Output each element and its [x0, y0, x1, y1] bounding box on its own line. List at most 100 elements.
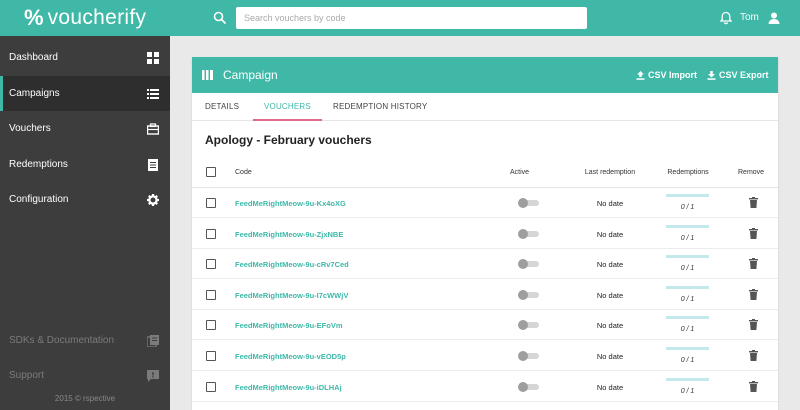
row-checkbox[interactable] — [206, 198, 216, 208]
table-row: FeedMeRightMeow-9u-vEOD5p No date 0 / 1 — [192, 341, 778, 371]
redemptions-count: 0 / 1 — [680, 387, 695, 395]
row-checkbox[interactable] — [206, 381, 216, 392]
logo-text: voucherify — [47, 6, 147, 29]
tab-vouchers[interactable]: VOUCHERS — [253, 93, 322, 121]
redemptions-count: 0 / 1 — [680, 357, 695, 364]
trash-icon[interactable] — [749, 380, 758, 392]
sidebar-item-campaigns[interactable]: Campaigns — [0, 76, 170, 111]
document-icon — [148, 159, 158, 171]
table-row: FeedMeRightMeow-9u-EFoVm No date 0 / 1 — [192, 310, 778, 341]
search-icon[interactable] — [213, 11, 227, 25]
user-icon[interactable] — [767, 11, 781, 25]
sidebar-item-vouchers[interactable]: Vouchers — [0, 111, 170, 146]
trash-icon[interactable] — [749, 197, 758, 208]
docs-icon — [147, 335, 159, 347]
upload-icon — [636, 70, 645, 80]
sidebar-item-label: Support — [9, 370, 45, 381]
voucher-code-link[interactable]: FeedMeRightMeow-9u-ZjxNBE — [235, 230, 343, 239]
active-toggle[interactable] — [518, 228, 539, 239]
trash-icon[interactable] — [749, 319, 758, 331]
sidebar: Dashboard Campaigns Vouchers Redemptions — [0, 36, 170, 410]
voucher-code-link[interactable]: FeedMeRightMeow-9u-cRv7Ced — [235, 260, 349, 269]
csv-import-button[interactable]: CSV Import — [636, 70, 697, 80]
sidebar-item-label: Vouchers — [9, 123, 51, 134]
gear-icon — [147, 194, 159, 206]
trash-icon[interactable] — [749, 258, 758, 270]
campaign-card: Campaign CSV Import CSV Export DETAILS V… — [192, 57, 778, 410]
search-input[interactable] — [236, 7, 587, 29]
sidebar-item-sdks-documentation[interactable]: SDKs & Documentation — [0, 323, 170, 358]
voucher-code-link[interactable]: FeedMeRightMeow-9u-iDLHAj — [235, 383, 342, 392]
csv-import-label: CSV Import — [648, 70, 698, 80]
user-name[interactable]: Tom — [740, 12, 759, 23]
trash-icon[interactable] — [749, 227, 758, 239]
csv-export-button[interactable]: CSV Export — [707, 70, 769, 80]
redemptions-progress-bar — [666, 255, 709, 259]
top-bar: % voucherify Tom — [0, 0, 800, 36]
sidebar-item-label: Campaigns — [9, 88, 60, 99]
sidebar-item-label: Dashboard — [9, 52, 58, 63]
sidebar-item-label: Configuration — [9, 194, 69, 205]
row-checkbox[interactable] — [206, 259, 216, 270]
table-row: FeedMeRightMeow-9u-iDLHAj No date 0 / 1 — [192, 372, 778, 402]
voucher-icon — [147, 123, 159, 135]
voucher-code-link[interactable]: FeedMeRightMeow-9u-EFoVm — [235, 321, 343, 330]
sidebar-footer: 2015 © rspective — [54, 394, 116, 403]
trash-icon[interactable] — [749, 288, 758, 300]
csv-export-label: CSV Export — [719, 70, 769, 80]
active-toggle[interactable] — [518, 259, 539, 270]
toggle-knob — [518, 259, 528, 270]
logo-mark: % — [24, 5, 44, 30]
card-header: Campaign CSV Import CSV Export — [192, 57, 778, 93]
table-row: FeedMeRightMeow-9u-I7cWWjV No date 0 / 1 — [192, 280, 778, 310]
voucher-code-link[interactable]: FeedMeRightMeow-9u-Kx4oXG — [235, 199, 346, 208]
row-checkbox[interactable] — [206, 228, 216, 239]
last-redemption-value: No date — [596, 260, 624, 270]
sidebar-item-redemptions[interactable]: Redemptions — [0, 147, 170, 182]
vouchers-title: Apology - February vouchers — [205, 133, 372, 147]
sidebar-item-dashboard[interactable]: Dashboard — [0, 40, 170, 75]
row-checkbox[interactable] — [206, 289, 216, 300]
sidebar-item-label: SDKs & Documentation — [9, 335, 115, 346]
sidebar-item-support[interactable]: Support — [0, 358, 170, 393]
column-header-last-redemption: Last redemption — [584, 169, 636, 176]
tab-details[interactable]: DETAILS — [205, 93, 239, 121]
active-toggle[interactable] — [518, 198, 539, 208]
bell-icon[interactable] — [719, 11, 733, 25]
last-redemption-value: No date — [596, 290, 624, 300]
redemptions-count: 0 / 1 — [680, 326, 695, 334]
voucher-code-link[interactable]: FeedMeRightMeow-9u-I7cWWjV — [235, 291, 348, 300]
active-toggle[interactable] — [518, 320, 539, 331]
trash-icon[interactable] — [749, 350, 758, 361]
campaign-grid-icon — [202, 70, 213, 80]
voucher-code-link[interactable]: FeedMeRightMeow-9u-vEOD5p — [235, 352, 346, 361]
column-header-remove: Remove — [738, 169, 765, 176]
sidebar-item-configuration[interactable]: Configuration — [0, 182, 170, 217]
sidebar-item-label: Redemptions — [9, 159, 68, 170]
select-all-checkbox[interactable] — [206, 167, 216, 177]
table-row: FeedMeRightMeow-9u-Kx4oXG No date 0 / 1 — [192, 188, 778, 218]
redemptions-progress-bar — [666, 285, 709, 289]
redemptions-count: 0 / 1 — [680, 234, 695, 242]
table-row: FeedMeRightMeow-9u-ZjxNBE No date 0 / 1 — [192, 219, 778, 249]
last-redemption-value: No date — [596, 352, 624, 361]
download-icon — [707, 70, 716, 80]
column-header-redemptions: Redemptions — [667, 169, 709, 176]
active-toggle[interactable] — [518, 381, 539, 392]
redemptions-count: 0 / 1 — [680, 295, 695, 303]
active-toggle[interactable] — [518, 289, 539, 300]
redemptions-progress-bar — [666, 194, 709, 197]
toggle-knob — [518, 228, 528, 239]
redemptions-progress-bar — [666, 377, 709, 381]
logo[interactable]: % voucherify — [24, 4, 146, 32]
row-checkbox[interactable] — [206, 351, 216, 361]
column-header-active: Active — [510, 169, 530, 176]
active-toggle[interactable] — [518, 351, 539, 361]
redemptions-count: 0 / 1 — [680, 204, 695, 211]
toggle-knob — [518, 198, 528, 208]
column-header-code: Code — [235, 169, 252, 176]
tab-redemption-history[interactable]: REDEMPTION HISTORY — [333, 93, 427, 121]
row-checkbox[interactable] — [206, 320, 216, 331]
toggle-knob — [518, 351, 528, 361]
last-redemption-value: No date — [596, 199, 624, 208]
